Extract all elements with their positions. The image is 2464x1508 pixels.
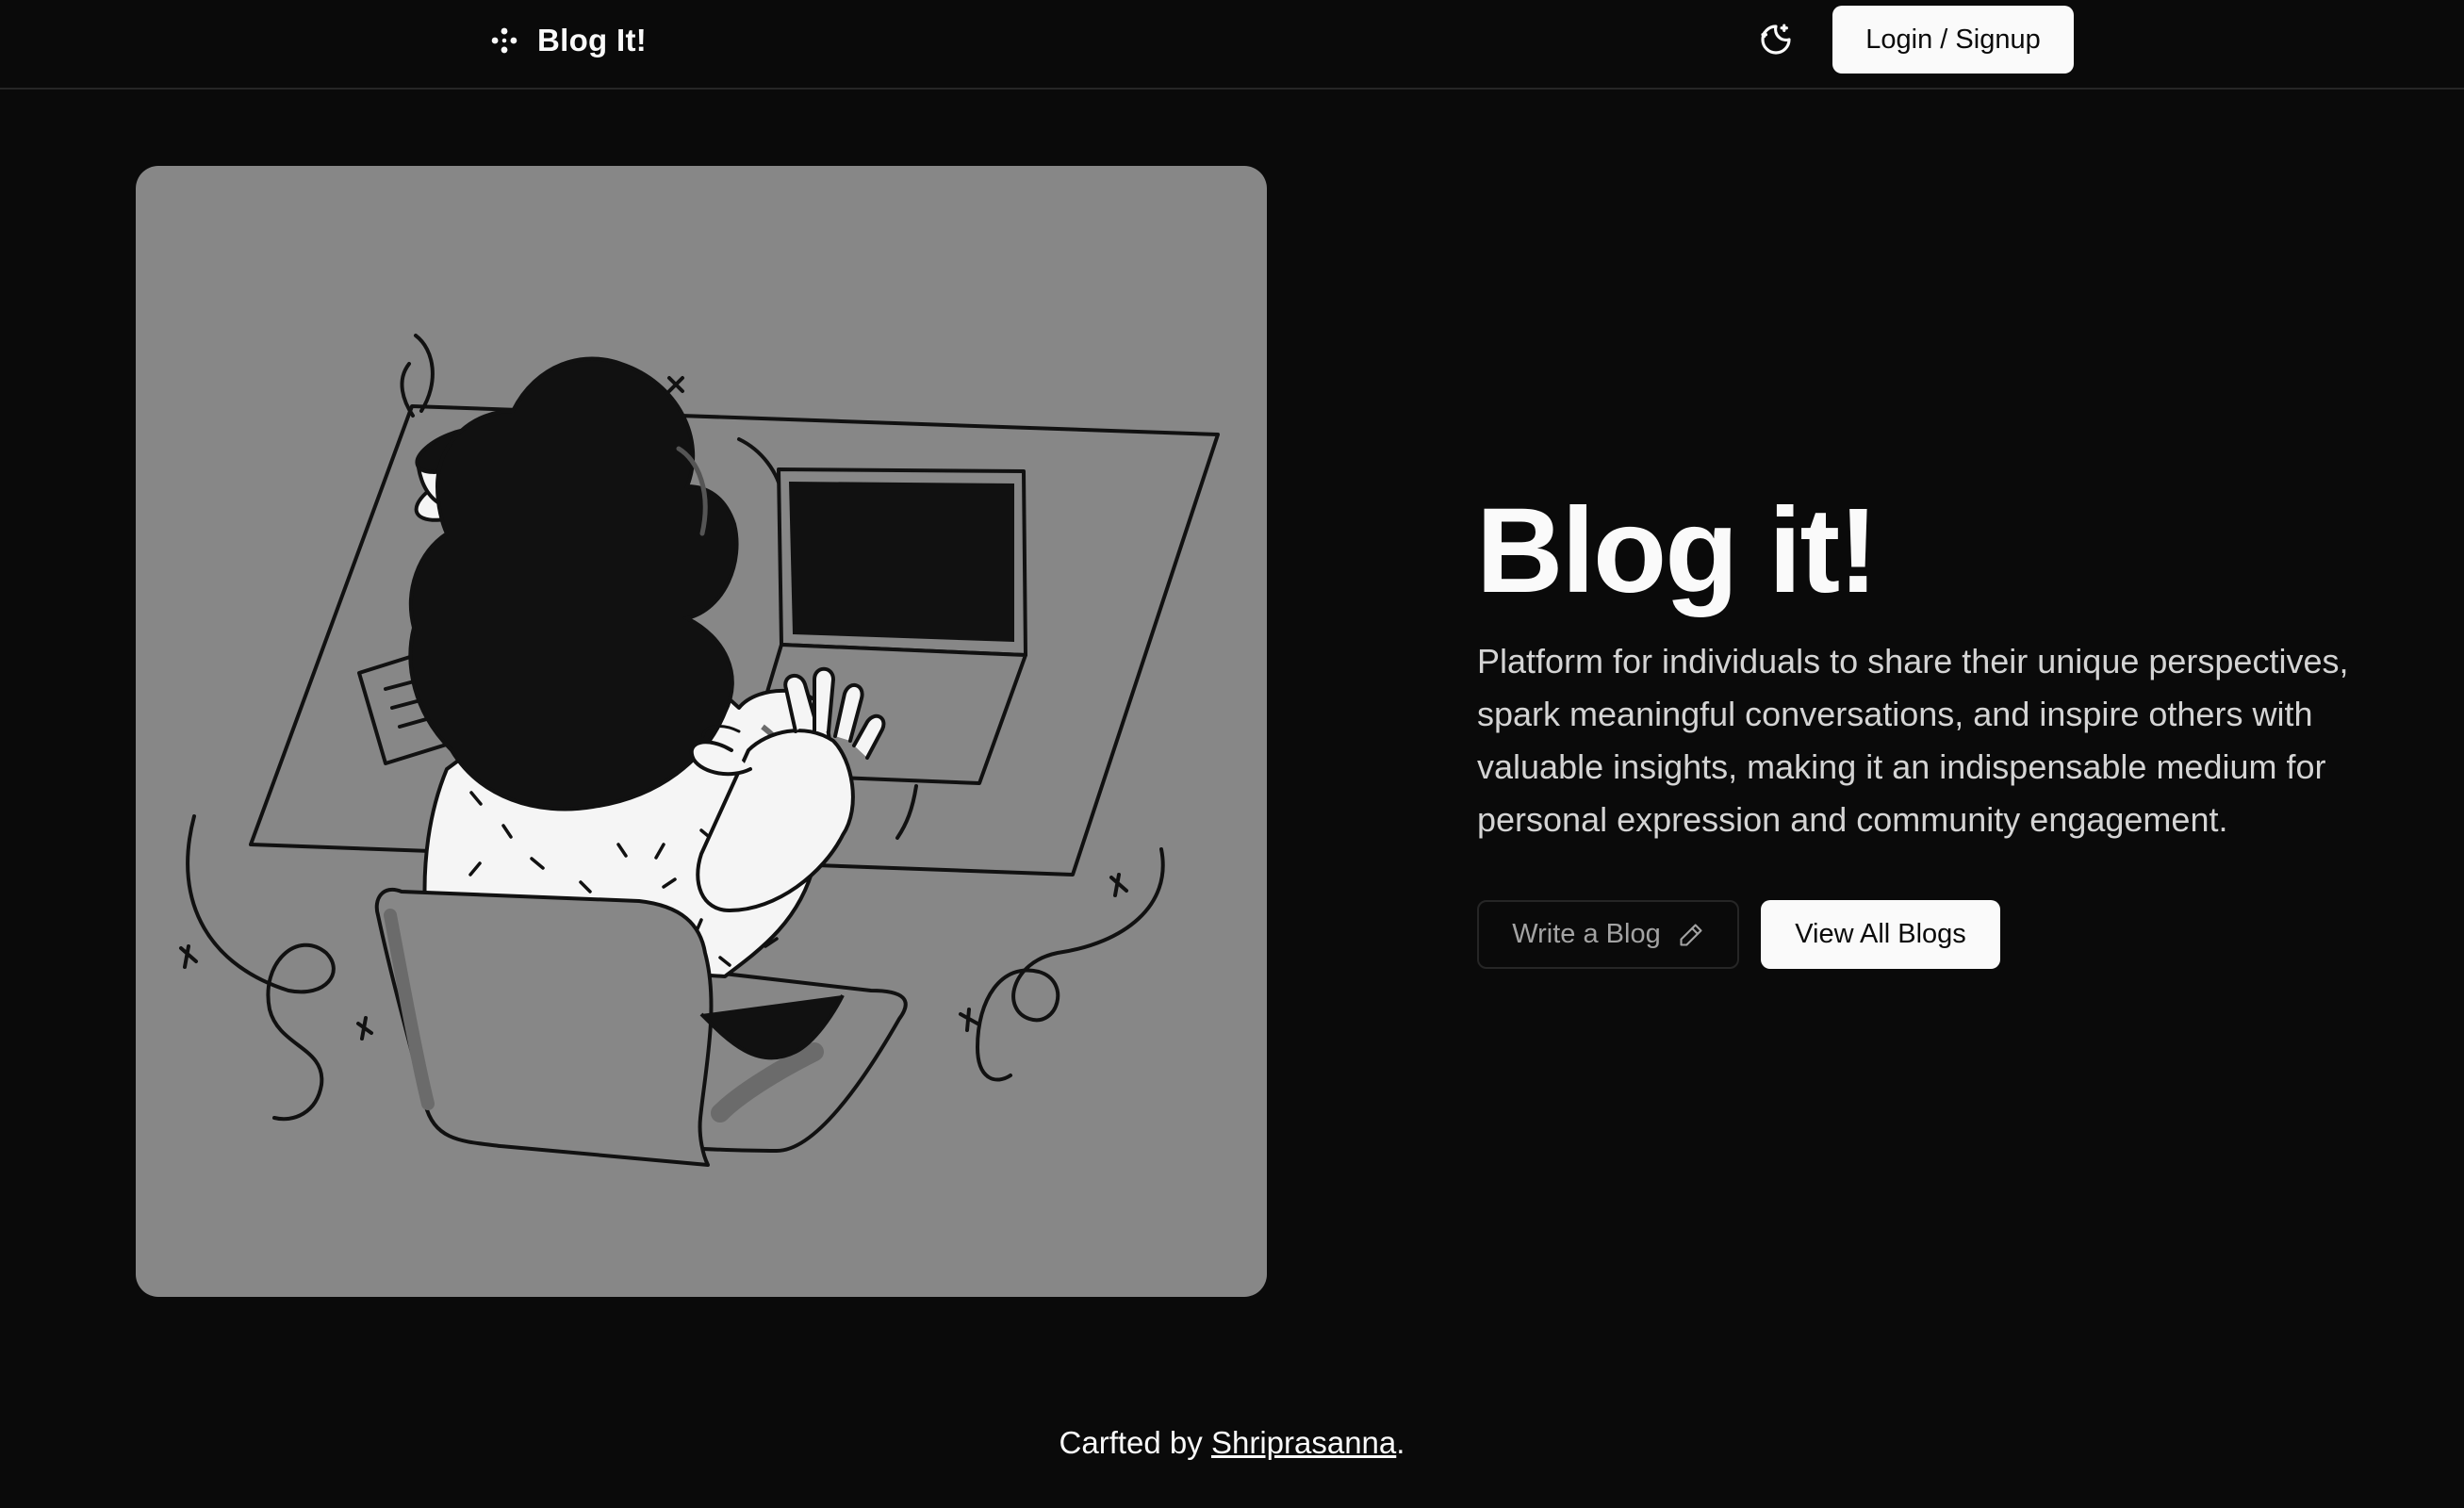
pencil-icon [1680, 923, 1702, 946]
hero-description: Platform for individuals to share their … [1477, 642, 2349, 839]
write-blog-button[interactable]: Write a Blog [1477, 900, 1739, 969]
write-blog-label: Write a Blog [1512, 919, 1661, 949]
brand-name: Blog It! [537, 23, 648, 57]
top-navbar: Blog It! Login / Signup [0, 0, 2464, 90]
hero-illustration [136, 166, 1267, 1297]
footer-prefix: Carfted by [1059, 1425, 1211, 1460]
author-link[interactable]: Shriprasanna [1211, 1425, 1396, 1460]
moon-stars-icon [1761, 24, 1791, 55]
hero-title: Blog it! [1476, 484, 1879, 618]
person-typing-on-laptop-illustration [179, 334, 1220, 1167]
footer-suffix: . [1396, 1425, 1405, 1460]
view-all-blogs-button[interactable]: View All Blogs [1761, 900, 2000, 969]
login-signup-button[interactable]: Login / Signup [1832, 6, 2074, 74]
theme-toggle-button[interactable] [1751, 15, 1800, 64]
footer: Carfted by Shriprasanna. [0, 1425, 2464, 1461]
sparkle-icon [491, 27, 517, 54]
brand-link[interactable]: Blog It! [488, 19, 647, 62]
